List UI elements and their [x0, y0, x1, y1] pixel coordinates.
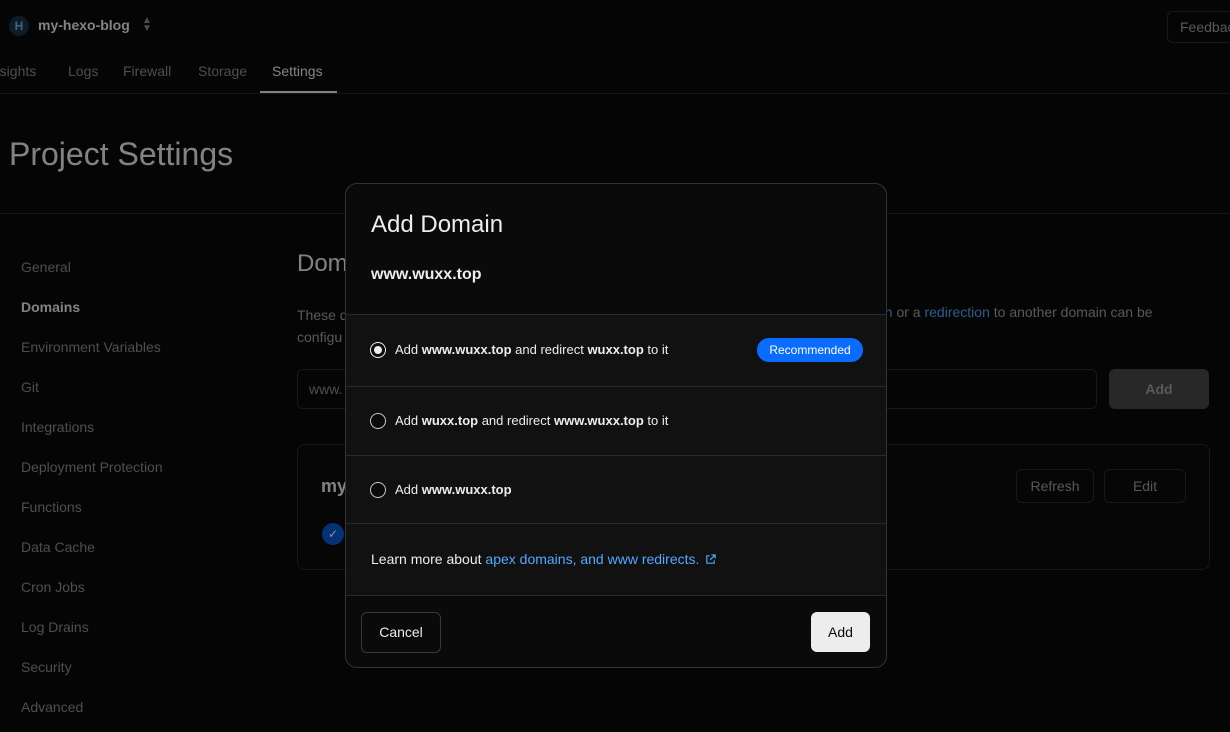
option-3-domain: www.wuxx.top	[421, 482, 512, 497]
option-3-label: Add www.wuxx.top	[395, 482, 512, 497]
redirect-option-2[interactable]: Add wuxx.top and redirect www.wuxx.top t…	[346, 386, 886, 455]
radio-option-2[interactable]	[370, 413, 386, 429]
cancel-button[interactable]: Cancel	[361, 612, 441, 653]
modal-title: Add Domain	[371, 211, 504, 238]
add-domain-modal: Add Domain www.wuxx.top Add www.wuxx.top…	[345, 183, 887, 668]
option-2-redirect-domain: www.wuxx.top	[553, 413, 644, 428]
option-2-label: Add wuxx.top and redirect www.wuxx.top t…	[395, 413, 668, 428]
option-1-redirect-domain: wuxx.top	[587, 342, 644, 357]
redirect-option-3[interactable]: Add www.wuxx.top	[346, 455, 886, 523]
option-1-post: to it	[643, 342, 669, 357]
option-2-mid: and redirect	[478, 413, 554, 428]
option-2-post: to it	[643, 413, 669, 428]
learn-more-prefix: Learn more about	[371, 551, 486, 567]
option-1-mid: and redirect	[511, 342, 588, 357]
option-1-domain: www.wuxx.top	[421, 342, 512, 357]
radio-option-3[interactable]	[370, 482, 386, 498]
apex-domains-link[interactable]: apex domains, and www redirects.	[485, 551, 699, 567]
modal-footer: Cancel Add	[346, 595, 886, 667]
confirm-add-button[interactable]: Add	[811, 612, 870, 652]
option-1-label: Add www.wuxx.top and redirect wuxx.top t…	[395, 342, 668, 357]
learn-more-section: Learn more about apex domains, and www r…	[346, 523, 886, 595]
option-2-pre: Add	[395, 413, 422, 428]
option-2-domain: wuxx.top	[421, 413, 479, 428]
learn-more-text: Learn more about apex domains, and www r…	[371, 551, 717, 567]
recommended-badge: Recommended	[757, 338, 863, 362]
option-1-pre: Add	[395, 342, 422, 357]
external-link-icon[interactable]	[705, 554, 717, 565]
option-3-pre: Add	[395, 482, 422, 497]
radio-option-1[interactable]	[370, 342, 386, 358]
modal-domain: www.wuxx.top	[371, 266, 482, 283]
